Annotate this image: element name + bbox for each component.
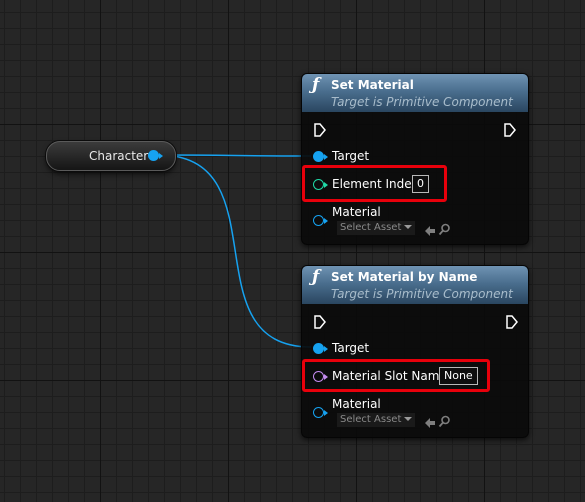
set-material-subtitle: Target is Primitive Component bbox=[331, 95, 513, 109]
function-icon: ƒ bbox=[312, 75, 320, 95]
character-variable-node[interactable]: Character bbox=[46, 141, 176, 171]
set-material-header[interactable]: ƒ Set Material Target is Primitive Compo… bbox=[302, 74, 528, 112]
character-output-pin[interactable] bbox=[148, 150, 163, 161]
left-arrow-icon[interactable] bbox=[424, 222, 436, 241]
wire-character-to-target-1 bbox=[162, 154, 312, 157]
magnifier-icon[interactable] bbox=[438, 413, 451, 432]
chevron-down-icon bbox=[404, 417, 413, 421]
set-material-node[interactable]: ƒ Set Material Target is Primitive Compo… bbox=[301, 73, 529, 245]
material-pin-label: Material bbox=[332, 205, 381, 219]
set-material-by-name-subtitle: Target is Primitive Component bbox=[331, 287, 513, 301]
select-asset-label: Select Asset bbox=[340, 222, 402, 233]
wire-character-to-target-2 bbox=[162, 154, 312, 348]
target-pin-label: Target bbox=[332, 149, 370, 163]
material-pin-label: Material bbox=[332, 397, 381, 411]
set-material-by-name-title: Set Material by Name bbox=[331, 270, 478, 284]
function-icon: ƒ bbox=[312, 267, 320, 287]
magnifier-icon[interactable] bbox=[438, 221, 451, 240]
target-pin[interactable] bbox=[313, 343, 328, 354]
set-material-title: Set Material bbox=[331, 78, 414, 92]
select-asset-label: Select Asset bbox=[340, 414, 402, 425]
select-asset-dropdown[interactable]: Select Asset bbox=[337, 221, 416, 235]
target-pin-label: Target bbox=[332, 341, 370, 355]
material-slot-name-highlight bbox=[302, 359, 490, 392]
select-asset-dropdown[interactable]: Select Asset bbox=[337, 413, 416, 427]
set-material-by-name-node[interactable]: ƒ Set Material by Name Target is Primiti… bbox=[301, 265, 529, 438]
material-pin[interactable] bbox=[313, 215, 328, 226]
material-pin[interactable] bbox=[313, 407, 328, 418]
left-arrow-icon[interactable] bbox=[424, 414, 436, 433]
target-pin[interactable] bbox=[313, 151, 328, 162]
chevron-down-icon bbox=[404, 225, 413, 229]
character-variable-label: Character bbox=[89, 149, 149, 163]
element-index-highlight bbox=[302, 165, 447, 202]
set-material-by-name-header[interactable]: ƒ Set Material by Name Target is Primiti… bbox=[302, 266, 528, 304]
